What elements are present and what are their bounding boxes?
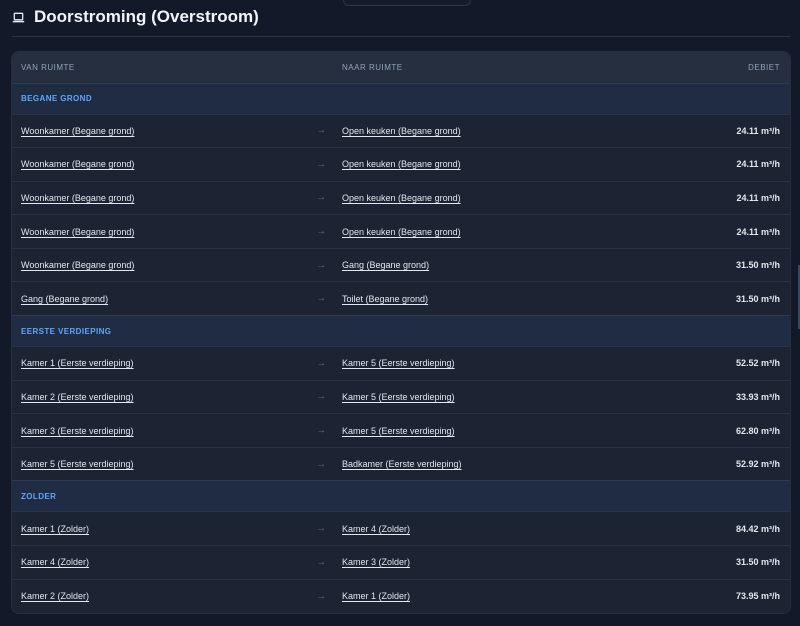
arrow-right-icon: →: [309, 113, 333, 148]
col-header-arrow: [309, 52, 333, 83]
flow-value: 24.11 m³/h: [597, 214, 790, 249]
header-divider: [12, 36, 790, 37]
from-room-link[interactable]: Kamer 1 (Zolder): [12, 511, 309, 546]
page-title: Doorstroming (Overstroom): [34, 7, 259, 26]
from-room-link[interactable]: Woonkamer (Begane grond): [12, 214, 309, 249]
to-room-link[interactable]: Kamer 5 (Eerste verdieping): [333, 379, 597, 414]
group-row-zolder: ZOLDER: [12, 480, 790, 512]
arrow-right-icon: →: [309, 446, 333, 481]
arrow-right-icon: →: [309, 545, 333, 580]
group-label: EERSTE VERDIEPING: [12, 315, 790, 347]
arrow-right-icon: →: [309, 346, 333, 381]
flow-value: 33.93 m³/h: [597, 379, 790, 414]
to-room-link[interactable]: Toilet (Begane grond): [333, 281, 597, 316]
group-label: BEGANE GROND: [12, 82, 790, 114]
flow-value: 24.11 m³/h: [597, 180, 790, 215]
group-row-eerste-verdieping: EERSTE VERDIEPING: [12, 315, 790, 347]
to-room-link[interactable]: Kamer 1 (Zolder): [333, 578, 597, 613]
table-row: Kamer 1 (Zolder) → Kamer 4 (Zolder) 84.4…: [12, 511, 790, 546]
to-room-link[interactable]: Kamer 5 (Eerste verdieping): [333, 413, 597, 448]
to-room-link[interactable]: Open keuken (Begane grond): [333, 113, 597, 148]
flow-value: 52.52 m³/h: [597, 346, 790, 381]
arrow-right-icon: →: [309, 379, 333, 414]
from-room-link[interactable]: Gang (Begane grond): [12, 281, 309, 316]
from-room-link[interactable]: Kamer 5 (Eerste verdieping): [12, 446, 309, 481]
flow-value: 52.92 m³/h: [597, 446, 790, 481]
arrow-right-icon: →: [309, 247, 333, 282]
flow-value: 84.42 m³/h: [597, 511, 790, 546]
col-header-from: VAN RUIMTE: [12, 52, 309, 83]
from-room-link[interactable]: Kamer 3 (Eerste verdieping): [12, 413, 309, 448]
to-room-link[interactable]: Kamer 4 (Zolder): [333, 511, 597, 546]
to-room-link[interactable]: Open keuken (Begane grond): [333, 214, 597, 249]
from-room-link[interactable]: Kamer 4 (Zolder): [12, 545, 309, 580]
page-header: Doorstroming (Overstroom): [12, 6, 259, 28]
group-label: ZOLDER: [12, 480, 790, 512]
to-room-link[interactable]: Kamer 3 (Zolder): [333, 545, 597, 580]
table-row: Gang (Begane grond) → Toilet (Begane gro…: [12, 281, 790, 316]
table-row: Kamer 3 (Eerste verdieping) → Kamer 5 (E…: [12, 413, 790, 448]
from-room-link[interactable]: Kamer 2 (Eerste verdieping): [12, 379, 309, 414]
flow-value: 73.95 m³/h: [597, 578, 790, 613]
flow-value: 31.50 m³/h: [597, 247, 790, 282]
to-room-link[interactable]: Open keuken (Begane grond): [333, 147, 597, 182]
col-header-flow: DEBIET: [597, 52, 790, 83]
overflow-table: VAN RUIMTE NAAR RUIMTE DEBIET BEGANE GRO…: [12, 52, 790, 613]
arrow-right-icon: →: [309, 511, 333, 546]
from-room-link[interactable]: Woonkamer (Begane grond): [12, 147, 309, 182]
to-room-link[interactable]: Open keuken (Begane grond): [333, 180, 597, 215]
flow-value: 62.80 m³/h: [597, 413, 790, 448]
table-row: Woonkamer (Begane grond) → Open keuken (…: [12, 180, 790, 215]
from-room-link[interactable]: Kamer 2 (Zolder): [12, 578, 309, 613]
overflow-table-card: VAN RUIMTE NAAR RUIMTE DEBIET BEGANE GRO…: [11, 51, 791, 614]
table-row: Kamer 1 (Eerste verdieping) → Kamer 5 (E…: [12, 346, 790, 381]
from-room-link[interactable]: Woonkamer (Begane grond): [12, 180, 309, 215]
table-header-row: VAN RUIMTE NAAR RUIMTE DEBIET: [12, 52, 790, 83]
table-row: Woonkamer (Begane grond) → Gang (Begane …: [12, 247, 790, 282]
top-tab[interactable]: [343, 0, 471, 6]
col-header-to: NAAR RUIMTE: [333, 52, 597, 83]
from-room-link[interactable]: Woonkamer (Begane grond): [12, 113, 309, 148]
from-room-link[interactable]: Kamer 1 (Eerste verdieping): [12, 346, 309, 381]
flow-value: 24.11 m³/h: [597, 113, 790, 148]
table-row: Woonkamer (Begane grond) → Open keuken (…: [12, 147, 790, 182]
to-room-link[interactable]: Gang (Begane grond): [333, 247, 597, 282]
table-row: Kamer 2 (Eerste verdieping) → Kamer 5 (E…: [12, 379, 790, 414]
to-room-link[interactable]: Badkamer (Eerste verdieping): [333, 446, 597, 481]
table-row: Kamer 2 (Zolder) → Kamer 1 (Zolder) 73.9…: [12, 578, 790, 613]
table-body: BEGANE GROND Woonkamer (Begane grond) → …: [12, 82, 790, 613]
flow-value: 31.50 m³/h: [597, 281, 790, 316]
table-row: Woonkamer (Begane grond) → Open keuken (…: [12, 113, 790, 148]
from-room-link[interactable]: Woonkamer (Begane grond): [12, 247, 309, 282]
arrow-right-icon: →: [309, 578, 333, 613]
flow-value: 31.50 m³/h: [597, 545, 790, 580]
flow-value: 24.11 m³/h: [597, 147, 790, 182]
laptop-icon: [12, 12, 25, 22]
arrow-right-icon: →: [309, 180, 333, 215]
to-room-link[interactable]: Kamer 5 (Eerste verdieping): [333, 346, 597, 381]
group-row-begane-grond: BEGANE GROND: [12, 82, 790, 114]
arrow-right-icon: →: [309, 214, 333, 249]
table-row: Woonkamer (Begane grond) → Open keuken (…: [12, 214, 790, 249]
arrow-right-icon: →: [309, 413, 333, 448]
arrow-right-icon: →: [309, 147, 333, 182]
arrow-right-icon: →: [309, 281, 333, 316]
table-row: Kamer 4 (Zolder) → Kamer 3 (Zolder) 31.5…: [12, 545, 790, 580]
table-row: Kamer 5 (Eerste verdieping) → Badkamer (…: [12, 446, 790, 481]
